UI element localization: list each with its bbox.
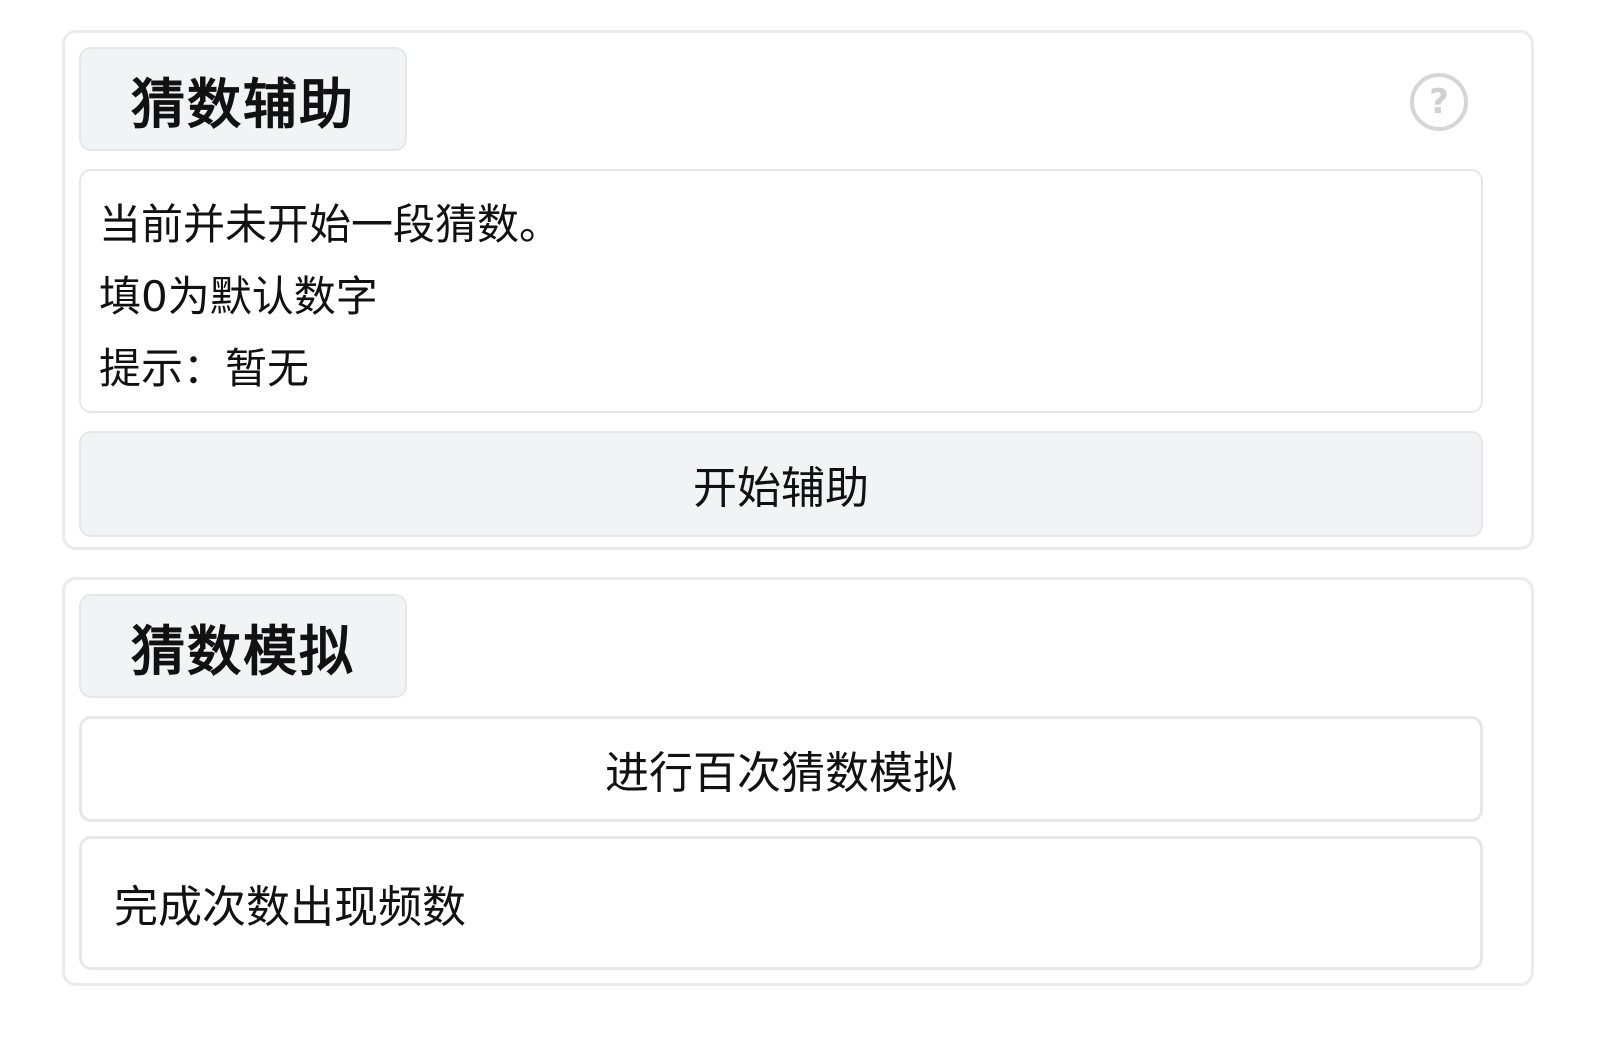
run-simulation-button[interactable]: 进行百次猜数模拟 bbox=[79, 716, 1483, 822]
assist-info-panel: 当前并未开始一段猜数。 填0为默认数字 提示：暂无 bbox=[79, 169, 1483, 413]
assist-hint-text: 提示：暂无 bbox=[99, 344, 310, 393]
guess-simulation-card: 猜数模拟 进行百次猜数模拟 完成次数出现频数 bbox=[62, 577, 1534, 986]
guess-assist-card: 猜数辅助 ? 当前并未开始一段猜数。 填0为默认数字 提示：暂无 开始辅助 bbox=[62, 30, 1534, 550]
assist-default-note: 填0为默认数字 bbox=[99, 272, 378, 321]
guess-assist-title: 猜数辅助 bbox=[79, 47, 407, 151]
help-question-icon[interactable]: ? bbox=[1410, 73, 1468, 131]
result-header-text: 完成次数出现频数 bbox=[114, 882, 466, 933]
simulation-result-panel: 完成次数出现频数 bbox=[79, 836, 1483, 970]
assist-status-text: 当前并未开始一段猜数。 bbox=[99, 200, 562, 249]
start-assist-button[interactable]: 开始辅助 bbox=[79, 431, 1483, 537]
guess-simulation-title: 猜数模拟 bbox=[79, 594, 407, 698]
